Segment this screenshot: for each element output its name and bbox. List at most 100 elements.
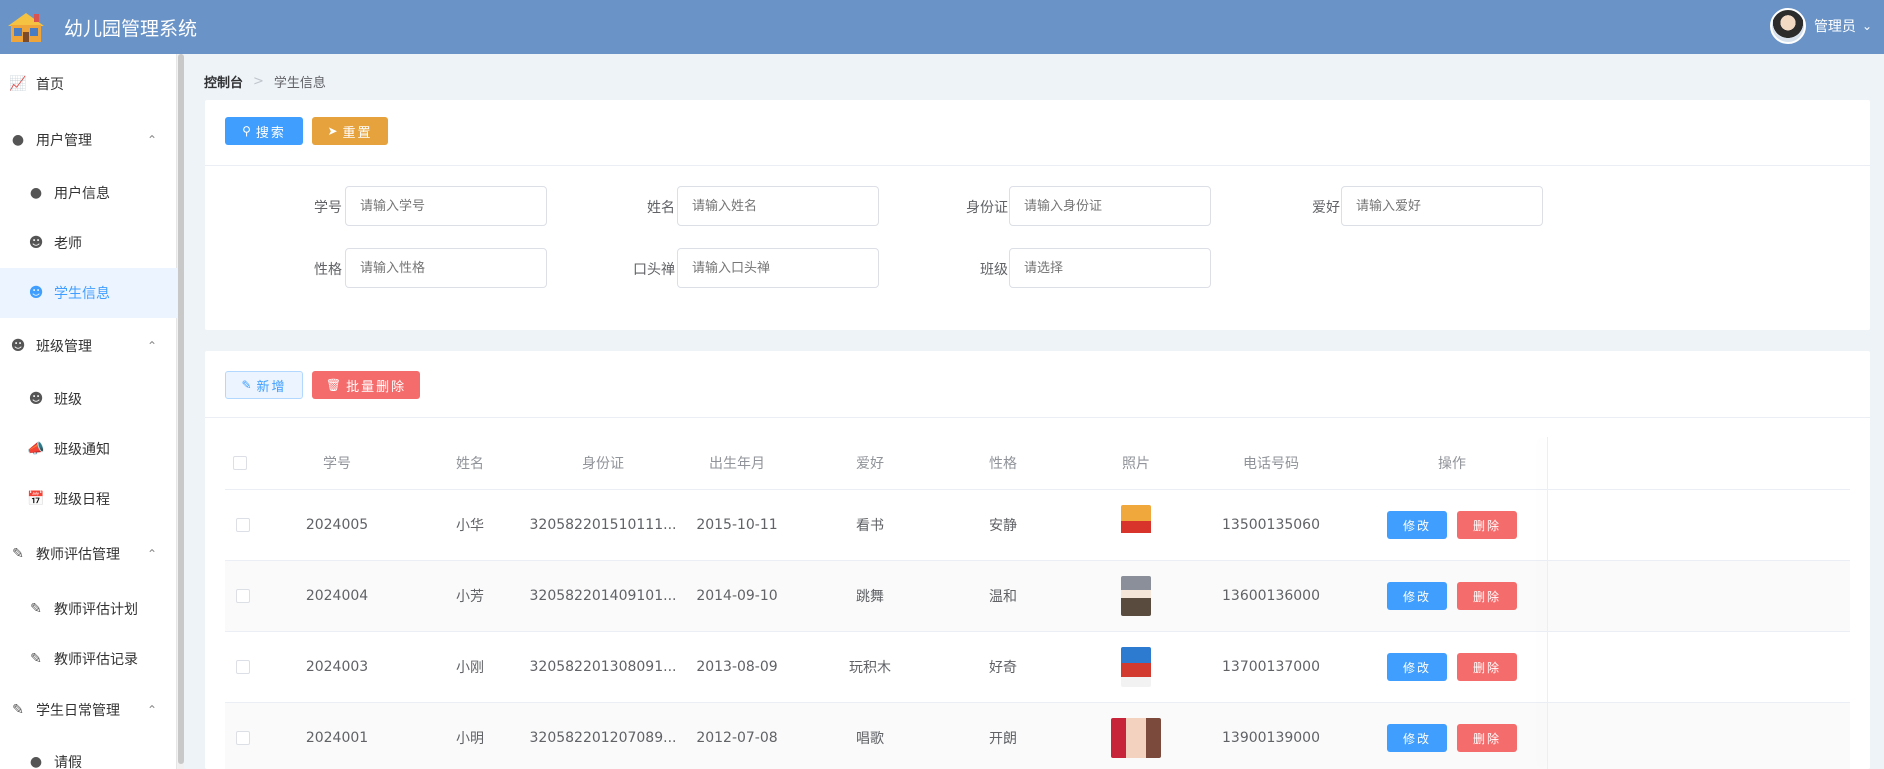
sidebar-item-label: 班级管理 [36, 339, 92, 355]
sidebar-item[interactable]: ☻ 班级 [0, 374, 177, 424]
logo [0, 0, 54, 54]
student-icon: ☻ [28, 285, 44, 301]
row-checkbox[interactable] [236, 660, 250, 674]
sidebar-item[interactable]: ● 用户信息 [0, 168, 177, 218]
header-checkbox-cell [225, 437, 255, 489]
sidebar-item-label: 学生信息 [54, 286, 110, 302]
breadcrumb-separator-icon: > [253, 74, 264, 89]
delete-button[interactable]: 删除 [1457, 582, 1517, 610]
column-header: 爱好 [856, 456, 884, 472]
reset-button[interactable]: ➤ 重置 [312, 117, 388, 145]
column-header: 身份证 [582, 456, 624, 472]
user-menu[interactable]: 管理员 ⌄ [1769, 8, 1872, 44]
cell-personality: 开朗 [989, 731, 1017, 747]
edit-button[interactable]: 修改 [1387, 582, 1447, 610]
edit-button[interactable]: 修改 [1387, 724, 1447, 752]
class-label: 班级 [980, 262, 1008, 278]
app-title: 幼儿园管理系统 [64, 17, 198, 40]
scrollbar-thumb[interactable] [178, 54, 184, 764]
catchphrase-input[interactable] [677, 248, 879, 288]
class-select[interactable] [1009, 248, 1211, 288]
column-header: 学号 [323, 456, 351, 472]
edit-button[interactable]: 修改 [1387, 653, 1447, 681]
table-row: 2024005 小华 320582201510111... 2015-10-11 看书安… [225, 490, 1850, 561]
sidebar-item[interactable]: 📅 班级日程 [0, 474, 177, 524]
send-icon: ➤ [327, 124, 338, 138]
sidebar-item-label: 首页 [36, 77, 64, 93]
column-header: 姓名 [456, 456, 484, 472]
class-group-icon: ☻ [10, 338, 26, 354]
row-checkbox[interactable] [236, 731, 250, 745]
chevron-up-icon: ⌃ [146, 339, 157, 353]
plan-icon: ✎ [30, 601, 42, 617]
sidebar-item-label: 教师评估管理 [36, 547, 120, 563]
row-checkbox[interactable] [236, 518, 250, 532]
cell-personality: 安静 [989, 518, 1017, 534]
cell-photo [1096, 632, 1176, 702]
student-photo[interactable] [1121, 505, 1151, 545]
column-header: 电话号码 [1243, 456, 1299, 472]
cell-phone: 13500135060 [1222, 517, 1320, 533]
student-no-label: 学号 [314, 200, 342, 216]
delete-button[interactable]: 删除 [1457, 653, 1517, 681]
edit-button[interactable]: 修改 [1387, 511, 1447, 539]
hobby-label: 爱好 [1312, 200, 1340, 216]
add-button[interactable]: ✎ 新增 [225, 371, 303, 399]
chart-icon: 📈 [9, 76, 27, 92]
cell-photo [1096, 703, 1176, 769]
hobby-input[interactable] [1341, 186, 1543, 226]
sidebar-item[interactable]: 📣 班级通知 [0, 424, 177, 474]
cell-photo [1096, 561, 1176, 631]
breadcrumb-current: 学生信息 [273, 76, 326, 91]
sidebar-item[interactable]: ☻ 学生信息 [0, 268, 177, 318]
sidebar-item[interactable]: ☻ 班级管理 ⌃ [0, 321, 177, 371]
table-row: 2024004 小芳 320582201409101... 2014-09-10 跳舞温… [225, 561, 1850, 632]
sidebar-item-label: 老师 [54, 236, 82, 252]
user-name: 管理员 [1813, 19, 1856, 35]
batch-delete-button[interactable]: 🗑 批量删除 [312, 371, 420, 399]
cell-actions: 修改 删除 [1372, 703, 1532, 769]
student-photo[interactable] [1121, 576, 1151, 616]
leave-icon: ● [29, 754, 43, 769]
column-header: 照片 [1122, 456, 1150, 472]
sidebar-scrollbar[interactable] [178, 54, 184, 769]
cell-actions: 修改 删除 [1372, 561, 1532, 631]
fixed-column-divider [1547, 437, 1548, 769]
delete-button[interactable]: 删除 [1457, 511, 1517, 539]
sidebar-item[interactable]: ● 请假 [0, 737, 177, 769]
chevron-up-icon: ⌃ [146, 703, 157, 717]
student-no-input[interactable] [345, 186, 547, 226]
select-all-checkbox[interactable] [233, 456, 247, 470]
cell-personality: 好奇 [989, 660, 1017, 676]
search-panel: ⚲搜索 ➤重置 学号 姓名 身份证 爱好 性格 口头禅 班级 [205, 100, 1870, 330]
personality-input[interactable] [345, 248, 547, 288]
eval-group-icon: ✎ [12, 546, 24, 562]
student-photo[interactable] [1111, 718, 1161, 758]
teacher-icon: ☻ [28, 235, 44, 251]
breadcrumb-root[interactable]: 控制台 [204, 72, 243, 91]
edit-icon: ✎ [241, 378, 252, 392]
row-checkbox-cell [225, 632, 261, 702]
student-photo[interactable] [1121, 647, 1151, 687]
sidebar-item[interactable]: ✎ 学生日常管理 ⌃ [0, 685, 177, 735]
name-input[interactable] [677, 186, 879, 226]
search-button[interactable]: ⚲ 搜索 [225, 117, 303, 145]
row-checkbox-cell [225, 561, 261, 631]
delete-button[interactable]: 删除 [1457, 724, 1517, 752]
sidebar-item[interactable]: ✎ 教师评估管理 ⌃ [0, 529, 177, 579]
row-checkbox[interactable] [236, 589, 250, 603]
sidebar-item[interactable]: ● 用户管理 ⌃ [0, 115, 177, 165]
id-card-input[interactable] [1009, 186, 1211, 226]
sidebar-item-label: 班级日程 [54, 492, 110, 508]
daily-group-icon: ✎ [12, 702, 24, 718]
sidebar-item[interactable]: 📈 首页 [0, 59, 177, 109]
chevron-up-icon: ⌃ [146, 547, 157, 561]
row-checkbox-cell [225, 490, 261, 560]
record-icon: ✎ [30, 651, 42, 667]
breadcrumb: 控制台 > 学生信息 [204, 72, 326, 91]
sidebar-item[interactable]: ☻ 老师 [0, 218, 177, 268]
id-card-label: 身份证 [966, 200, 1008, 216]
sidebar-item[interactable]: ✎ 教师评估记录 [0, 634, 177, 684]
catchphrase-label: 口头禅 [633, 262, 675, 278]
sidebar-item[interactable]: ✎ 教师评估计划 [0, 584, 177, 634]
